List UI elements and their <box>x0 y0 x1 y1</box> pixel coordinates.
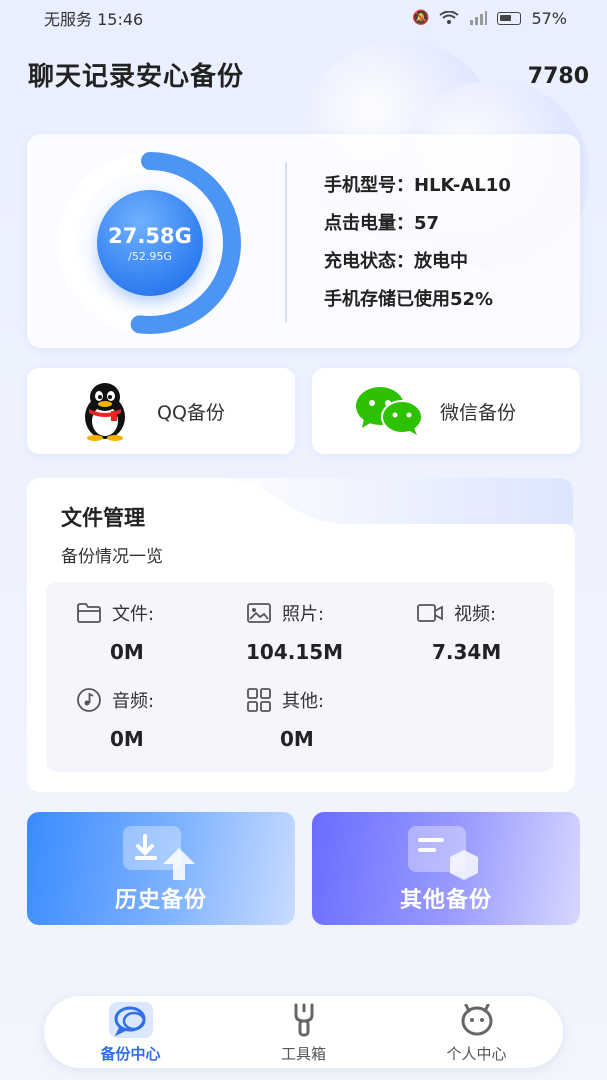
storage-usage: 手机存储已使用52% <box>324 289 494 310</box>
folder-icon <box>77 603 101 623</box>
document-cube-icon <box>408 826 478 880</box>
wrench-icon <box>294 1003 313 1036</box>
device-info-list: 手机型号：HLK-AL10 点击电量：57 充电状态：放电中 手机存储已使用52… <box>324 172 511 324</box>
storage-used: 27.58G <box>108 223 192 248</box>
video-icon <box>417 604 443 622</box>
file-stat-value: 0M <box>280 727 314 751</box>
file-stat-value: 0M <box>110 727 144 751</box>
tab-toolbox[interactable]: 工具箱 <box>244 1001 364 1064</box>
mute-icon: 🔕 <box>412 10 430 26</box>
status-right: 🔕 57% <box>412 9 567 28</box>
storage-total: /52.95G <box>128 249 172 263</box>
file-stat-label: 文件: <box>112 604 155 625</box>
file-management-title: 文件管理 <box>61 506 145 530</box>
qq-backup-button[interactable]: QQ备份 <box>27 368 295 454</box>
file-stat-documents[interactable]: 文件: 0M <box>76 598 226 664</box>
clock-text: 15:46 <box>97 10 144 29</box>
tab-personal-center[interactable]: 个人中心 <box>417 1001 537 1064</box>
bottom-tab-bar: 备份中心 工具箱 个人中心 <box>44 996 563 1068</box>
history-backup-card[interactable]: 历史备份 <box>27 812 295 925</box>
file-stat-label: 照片: <box>282 604 325 625</box>
page-title: 聊天记录安心备份 <box>28 62 245 92</box>
info-divider <box>285 162 287 322</box>
tab-label: 个人中心 <box>446 1044 507 1063</box>
file-stat-value: 0M <box>110 640 144 664</box>
face-icon <box>461 1003 492 1035</box>
image-icon <box>247 603 271 623</box>
storage-summary: 27.58G /52.95G <box>97 190 203 296</box>
qq-penguin-icon <box>85 383 125 441</box>
file-stat-label: 音频: <box>112 691 155 712</box>
carrier-text: 无服务 <box>44 10 93 29</box>
storage-ring: 27.58G /52.95G <box>55 148 245 338</box>
status-left: 无服务 15:46 <box>44 6 143 30</box>
file-stat-label: 其他: <box>282 691 325 712</box>
other-backup-card[interactable]: 其他备份 <box>312 812 580 925</box>
file-stat-audio[interactable]: 音频: 0M <box>76 685 226 751</box>
file-stat-videos[interactable]: 视频: 7.34M <box>416 598 566 664</box>
file-stat-photos[interactable]: 照片: 104.15M <box>246 598 396 664</box>
file-management-subtitle: 备份情况一览 <box>61 547 163 567</box>
tab-backup-center[interactable]: 备份中心 <box>71 1001 191 1064</box>
download-upload-icon <box>123 826 195 880</box>
battery-icon <box>497 11 522 25</box>
file-stats-panel: 文件: 0M 照片: 104.15M 视频: 7.34M 音频: 0M 其他: … <box>46 582 554 772</box>
wifi-icon <box>439 11 460 24</box>
battery-text: 57% <box>531 8 567 28</box>
file-stat-label: 视频: <box>454 604 497 625</box>
file-stat-value: 7.34M <box>432 640 502 664</box>
wechat-backup-button[interactable]: 微信备份 <box>312 368 580 454</box>
file-stat-other[interactable]: 其他: 0M <box>246 685 396 751</box>
tab-label: 备份中心 <box>100 1044 161 1063</box>
device-model: 手机型号：HLK-AL10 <box>324 175 511 196</box>
file-stat-value: 104.15M <box>246 640 344 664</box>
tab-label: 工具箱 <box>280 1044 326 1063</box>
battery-level: 点击电量：57 <box>324 213 440 234</box>
header-count: 7780 <box>527 64 589 89</box>
wechat-backup-label: 微信备份 <box>440 401 517 424</box>
charge-status: 充电状态：放电中 <box>324 251 468 272</box>
music-icon <box>77 688 101 712</box>
other-backup-label: 其他备份 <box>399 888 492 913</box>
chat-bubble-icon <box>108 1001 153 1038</box>
file-management-card: 文件管理 备份情况一览 文件: 0M 照片: 104.15M 视频: 7.34M <box>27 478 575 792</box>
qq-backup-label: QQ备份 <box>157 401 225 424</box>
status-bar: 无服务 15:46 🔕 57% <box>0 0 607 36</box>
grid-icon <box>247 688 271 712</box>
storage-info-card: 27.58G /52.95G 手机型号：HLK-AL10 点击电量：57 充电状… <box>27 134 580 348</box>
wechat-icon <box>356 387 423 435</box>
signal-icon <box>470 11 488 25</box>
history-backup-label: 历史备份 <box>114 888 207 913</box>
